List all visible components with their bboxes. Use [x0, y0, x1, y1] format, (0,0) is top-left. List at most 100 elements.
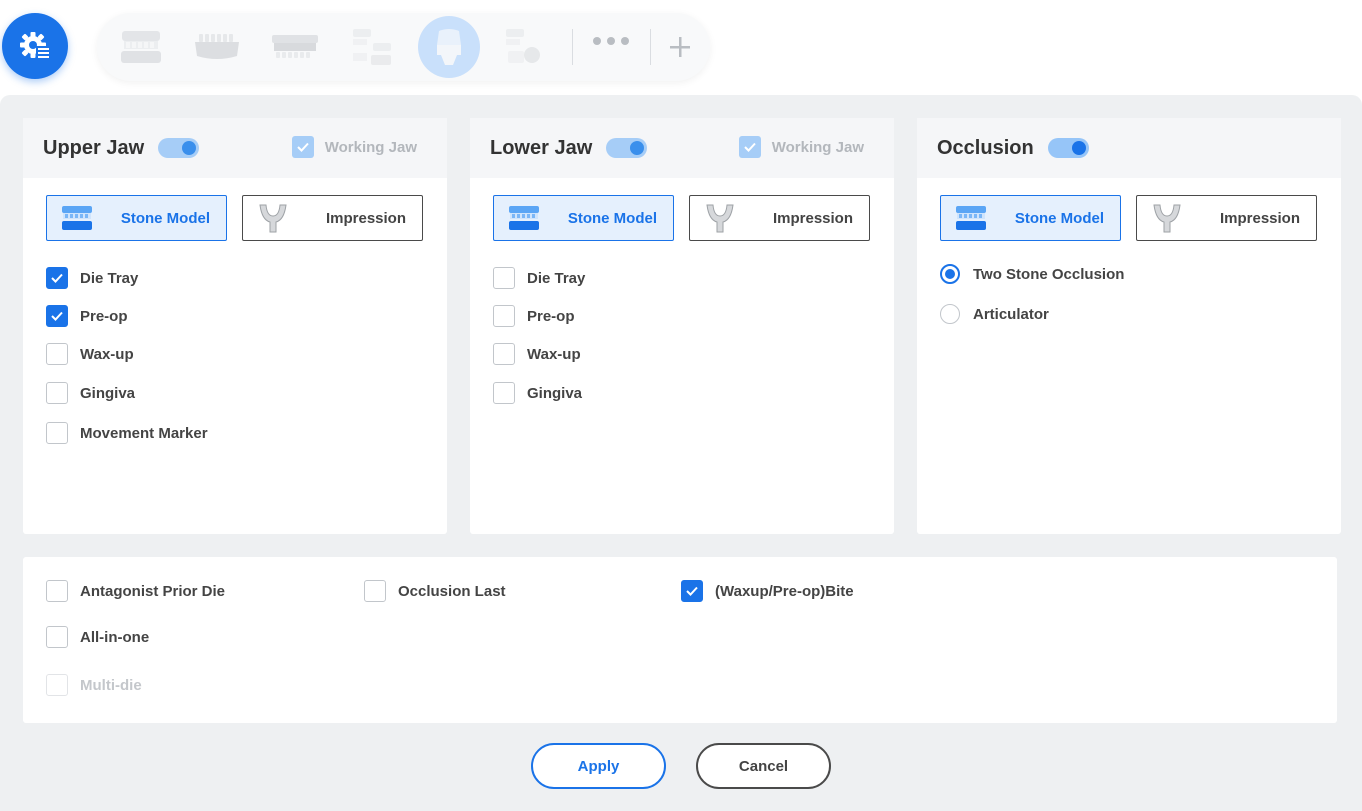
lower-stone-model-button[interactable]: Stone Model	[493, 195, 674, 241]
upper-jaw-title: Upper Jaw	[43, 136, 145, 159]
all-in-one-checkbox[interactable]	[46, 626, 68, 648]
lower-working-jaw-checkbox	[738, 136, 761, 158]
occlusion-stone-model-button[interactable]: Stone Model	[940, 195, 1121, 241]
option-occlusion-last[interactable]: Occlusion Last	[364, 580, 506, 602]
single-tooth-icon	[437, 29, 461, 65]
option-label: All-in-one	[80, 628, 150, 646]
stone-model-icon	[509, 206, 539, 230]
lower-jaw-model-icon	[195, 34, 239, 59]
lower-jaw-model-button[interactable]	[193, 21, 241, 73]
apply-button[interactable]: Apply	[531, 743, 666, 789]
option-label: Movement Marker	[80, 424, 208, 442]
extra-options-panel: Antagonist Prior Die Occlusion Last (Wax…	[23, 557, 1337, 723]
toolbar-separator	[572, 29, 573, 65]
radio-two-stone-occlusion[interactable]: Two Stone Occlusion	[940, 254, 1124, 294]
lower-jaw-toggle[interactable]	[606, 138, 648, 158]
upper-jaw-model-icon	[121, 31, 161, 63]
pre-op-checkbox[interactable]	[493, 305, 515, 327]
upper-working-jaw: Working Jaw	[291, 136, 417, 158]
impression-tray-icon	[706, 204, 734, 233]
tooth-die-button[interactable]	[499, 21, 545, 73]
radio-articulator[interactable]: Articulator	[940, 294, 1124, 334]
split-jaw-icon	[353, 29, 391, 65]
lower-option-pre-op[interactable]: Pre-op	[493, 297, 585, 335]
check-icon	[744, 142, 756, 152]
upper-options-list: Die Tray Pre-op Wax-up Gingiva Movement …	[46, 259, 208, 453]
upper-stone-model-label: Stone Model	[120, 209, 210, 227]
upper-jaw-toggle[interactable]	[158, 138, 200, 158]
lower-options-list: Die Tray Pre-op Wax-up Gingiva	[493, 259, 585, 413]
upper-option-gingiva[interactable]: Gingiva	[46, 373, 208, 413]
tooth-with-die-icon	[506, 29, 540, 63]
option-label: Antagonist Prior Die	[80, 582, 226, 600]
check-icon	[297, 142, 309, 152]
wax-up-checkbox[interactable]	[46, 343, 68, 365]
option-multi-die: Multi-die	[46, 674, 142, 696]
option-waxup-preop-bite[interactable]: (Waxup/Pre-op)Bite	[681, 580, 854, 602]
model-toolbar	[97, 13, 710, 81]
more-dots-icon[interactable]	[593, 37, 629, 45]
die-tray-checkbox[interactable]	[493, 267, 515, 289]
lower-jaw-title: Lower Jaw	[490, 136, 593, 159]
gingiva-checkbox[interactable]	[46, 382, 68, 404]
multi-die-checkbox	[46, 674, 68, 696]
lower-impression-button[interactable]: Impression	[689, 195, 870, 241]
two-stone-occlusion-radio[interactable]	[940, 264, 960, 284]
option-label: Occlusion Last	[398, 582, 506, 600]
add-plus-icon	[670, 37, 690, 57]
impression-tray-icon	[259, 204, 287, 233]
option-label: Multi-die	[80, 676, 142, 694]
gingiva-checkbox[interactable]	[493, 382, 515, 404]
upper-jaw-model-button[interactable]	[117, 21, 165, 73]
upper-impression-label: Impression	[325, 209, 406, 227]
occlusion-toggle[interactable]	[1047, 138, 1089, 158]
upper-working-jaw-label: Working Jaw	[324, 138, 417, 156]
wax-up-checkbox[interactable]	[493, 343, 515, 365]
lower-stone-model-label: Stone Model	[567, 209, 657, 227]
upper-option-pre-op[interactable]: Pre-op	[46, 297, 208, 335]
option-label: Pre-op	[80, 307, 128, 325]
option-antagonist-prior-die[interactable]: Antagonist Prior Die	[46, 580, 225, 602]
cancel-button[interactable]: Cancel	[696, 743, 831, 789]
option-label: Pre-op	[527, 307, 575, 325]
die-tray-checkbox[interactable]	[46, 267, 68, 289]
radio-label: Articulator	[973, 305, 1049, 323]
lower-working-jaw-label: Working Jaw	[771, 138, 864, 156]
upper-jaw-header: Upper Jaw Working Jaw	[23, 118, 447, 178]
lower-impression-label: Impression	[772, 209, 853, 227]
option-label: Gingiva	[80, 384, 136, 402]
option-all-in-one[interactable]: All-in-one	[46, 626, 149, 648]
upper-working-jaw-checkbox	[291, 136, 314, 158]
lower-jaw-header: Lower Jaw Working Jaw	[470, 118, 894, 178]
stone-model-icon	[62, 206, 92, 230]
waxup-preop-bite-checkbox[interactable]	[681, 580, 703, 602]
occlusion-title: Occlusion	[937, 136, 1034, 159]
check-icon	[51, 311, 63, 321]
option-label: Wax-up	[80, 345, 134, 363]
lower-option-wax-up[interactable]: Wax-up	[493, 335, 585, 373]
check-icon	[686, 586, 698, 596]
occlusion-last-checkbox[interactable]	[364, 580, 386, 602]
settings-button[interactable]	[2, 13, 68, 79]
upper-option-die-tray[interactable]: Die Tray	[46, 259, 208, 297]
articulator-radio[interactable]	[940, 304, 960, 324]
impression-tray-icon	[1153, 204, 1181, 233]
add-button[interactable]	[665, 21, 695, 73]
option-label: Gingiva	[527, 384, 583, 402]
occlusion-impression-label: Impression	[1219, 209, 1300, 227]
upper-stone-model-button[interactable]: Stone Model	[46, 195, 227, 241]
lower-option-die-tray[interactable]: Die Tray	[493, 259, 585, 297]
upper-impression-button[interactable]: Impression	[242, 195, 423, 241]
upper-option-wax-up[interactable]: Wax-up	[46, 335, 208, 373]
upper-option-movement-marker[interactable]: Movement Marker	[46, 413, 208, 453]
pre-op-checkbox[interactable]	[46, 305, 68, 327]
lower-option-gingiva[interactable]: Gingiva	[493, 373, 585, 413]
flat-model-button[interactable]	[269, 21, 321, 73]
single-tooth-button[interactable]	[418, 16, 480, 78]
split-jaw-button[interactable]	[348, 21, 394, 73]
antagonist-prior-die-checkbox[interactable]	[46, 580, 68, 602]
check-icon	[51, 273, 63, 283]
occlusion-impression-button[interactable]: Impression	[1136, 195, 1317, 241]
movement-marker-checkbox[interactable]	[46, 422, 68, 444]
occlusion-panel: Occlusion Stone Model Impression Two Sto…	[917, 118, 1341, 534]
